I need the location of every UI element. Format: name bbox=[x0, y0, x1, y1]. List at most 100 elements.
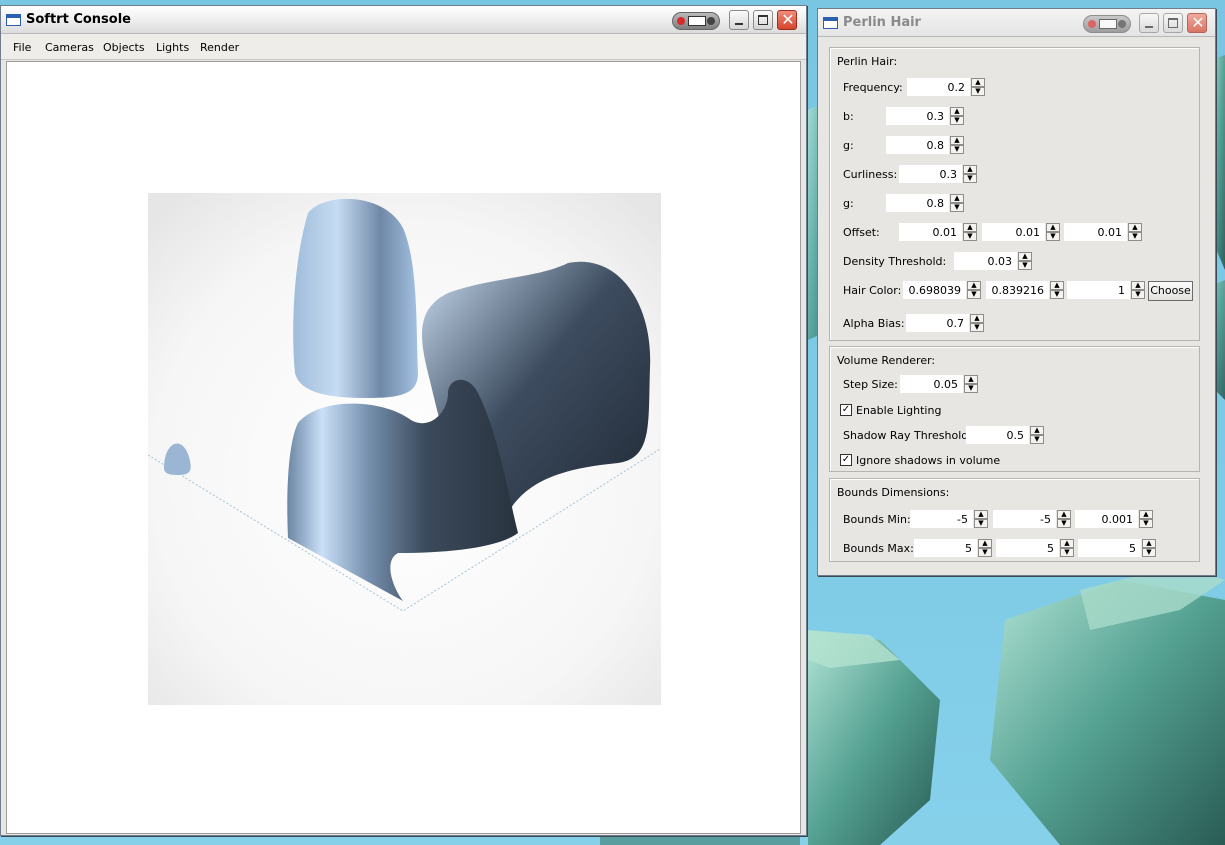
spin-buttons[interactable]: ▲ ▼ bbox=[1142, 539, 1156, 557]
bounds-min-z-field[interactable]: 0.001 bbox=[1075, 510, 1138, 528]
spin-down-icon[interactable]: ▼ bbox=[1057, 519, 1071, 528]
frequency-field[interactable]: 0.2 bbox=[907, 78, 970, 96]
maximize-button[interactable] bbox=[753, 10, 773, 30]
close-button[interactable]: ✕ bbox=[1187, 13, 1207, 33]
spin-down-icon[interactable]: ▼ bbox=[1050, 290, 1064, 299]
spin-buttons[interactable]: ▲ ▼ bbox=[963, 165, 977, 183]
hair-color-g-field[interactable]: 0.839216 bbox=[986, 281, 1049, 299]
spin-up-icon[interactable]: ▲ bbox=[967, 281, 981, 290]
spin-down-icon[interactable]: ▼ bbox=[950, 145, 964, 154]
offset-z-field[interactable]: 0.01 bbox=[1064, 223, 1127, 241]
ignore-shadows-checkbox[interactable]: ✓ bbox=[840, 454, 852, 466]
spin-down-icon[interactable]: ▼ bbox=[1139, 519, 1153, 528]
curliness-field[interactable]: 0.3 bbox=[899, 165, 962, 183]
spin-buttons[interactable]: ▲ ▼ bbox=[974, 510, 988, 528]
spin-buttons[interactable]: ▲ ▼ bbox=[1128, 223, 1142, 241]
spin-buttons[interactable]: ▲ ▼ bbox=[1050, 281, 1064, 299]
spin-buttons[interactable]: ▲ ▼ bbox=[967, 281, 981, 299]
g-field[interactable]: 0.8 bbox=[886, 136, 949, 154]
bounds-max-z-field[interactable]: 5 bbox=[1078, 539, 1141, 557]
spin-up-icon[interactable]: ▲ bbox=[1018, 252, 1032, 261]
spin-down-icon[interactable]: ▼ bbox=[1131, 290, 1145, 299]
spin-up-icon[interactable]: ▲ bbox=[1057, 510, 1071, 519]
spin-buttons[interactable]: ▲ ▼ bbox=[964, 375, 978, 393]
menu-file[interactable]: File bbox=[13, 39, 31, 56]
spin-down-icon[interactable]: ▼ bbox=[950, 116, 964, 125]
offset-y-field[interactable]: 0.01 bbox=[982, 223, 1045, 241]
spin-up-icon[interactable]: ▲ bbox=[1139, 510, 1153, 519]
spin-up-icon[interactable]: ▲ bbox=[978, 539, 992, 548]
spin-buttons[interactable]: ▲ ▼ bbox=[971, 78, 985, 96]
spin-up-icon[interactable]: ▲ bbox=[950, 194, 964, 203]
spin-up-icon[interactable]: ▲ bbox=[974, 510, 988, 519]
spin-buttons[interactable]: ▲ ▼ bbox=[1057, 510, 1071, 528]
spin-buttons[interactable]: ▲ ▼ bbox=[950, 194, 964, 212]
spin-buttons[interactable]: ▲ ▼ bbox=[950, 136, 964, 154]
spin-up-icon[interactable]: ▲ bbox=[963, 223, 977, 232]
spin-buttons[interactable]: ▲ ▼ bbox=[978, 539, 992, 557]
alpha-bias-field[interactable]: 0.7 bbox=[906, 314, 969, 332]
spin-up-icon[interactable]: ▲ bbox=[1050, 281, 1064, 290]
panel-titlebar[interactable]: Perlin Hair ✕ bbox=[818, 9, 1215, 37]
minimize-button[interactable] bbox=[1139, 13, 1159, 33]
spin-down-icon[interactable]: ▼ bbox=[1046, 232, 1060, 241]
hair-color-b-field[interactable]: 1 bbox=[1067, 281, 1130, 299]
spin-up-icon[interactable]: ▲ bbox=[1046, 223, 1060, 232]
enable-lighting-label[interactable]: Enable Lighting bbox=[856, 404, 941, 417]
spin-buttons[interactable]: ▲ ▼ bbox=[1046, 223, 1060, 241]
spin-buttons[interactable]: ▲ ▼ bbox=[963, 223, 977, 241]
spin-up-icon[interactable]: ▲ bbox=[971, 78, 985, 87]
density-threshold-field[interactable]: 0.03 bbox=[954, 252, 1017, 270]
spin-up-icon[interactable]: ▲ bbox=[964, 375, 978, 384]
spin-up-icon[interactable]: ▲ bbox=[950, 136, 964, 145]
minimize-button[interactable] bbox=[729, 10, 749, 30]
spin-buttons[interactable]: ▲ ▼ bbox=[1139, 510, 1153, 528]
spin-up-icon[interactable]: ▲ bbox=[1131, 281, 1145, 290]
spin-down-icon[interactable]: ▼ bbox=[970, 323, 984, 332]
spin-buttons[interactable]: ▲ ▼ bbox=[970, 314, 984, 332]
spin-buttons[interactable]: ▲ ▼ bbox=[1018, 252, 1032, 270]
offset-x-field[interactable]: 0.01 bbox=[899, 223, 962, 241]
spin-down-icon[interactable]: ▼ bbox=[971, 87, 985, 96]
bounds-max-x-field[interactable]: 5 bbox=[914, 539, 977, 557]
menu-cameras[interactable]: Cameras bbox=[45, 39, 94, 56]
spin-down-icon[interactable]: ▼ bbox=[1018, 261, 1032, 270]
spin-up-icon[interactable]: ▲ bbox=[963, 165, 977, 174]
spin-up-icon[interactable]: ▲ bbox=[1142, 539, 1156, 548]
spin-down-icon[interactable]: ▼ bbox=[974, 519, 988, 528]
menu-render[interactable]: Render bbox=[200, 39, 239, 56]
spin-down-icon[interactable]: ▼ bbox=[978, 548, 992, 557]
ignore-shadows-label[interactable]: Ignore shadows in volume bbox=[856, 454, 1000, 467]
menu-lights[interactable]: Lights bbox=[156, 39, 189, 56]
spin-up-icon[interactable]: ▲ bbox=[1128, 223, 1142, 232]
spin-down-icon[interactable]: ▼ bbox=[1060, 548, 1074, 557]
b-field[interactable]: 0.3 bbox=[886, 107, 949, 125]
step-size-field[interactable]: 0.05 bbox=[900, 375, 963, 393]
bounds-min-x-field[interactable]: -5 bbox=[910, 510, 973, 528]
shadow-ray-threshold-field[interactable]: 0.5 bbox=[966, 426, 1029, 444]
bounds-max-y-field[interactable]: 5 bbox=[996, 539, 1059, 557]
menu-objects[interactable]: Objects bbox=[103, 39, 145, 56]
record-widget[interactable] bbox=[1083, 15, 1131, 33]
close-button[interactable]: ✕ bbox=[777, 10, 797, 30]
enable-lighting-checkbox[interactable]: ✓ bbox=[840, 404, 852, 416]
spin-buttons[interactable]: ▲ ▼ bbox=[1131, 281, 1145, 299]
spin-down-icon[interactable]: ▼ bbox=[963, 174, 977, 183]
console-titlebar[interactable]: Softrt Console ✕ bbox=[1, 6, 806, 34]
spin-up-icon[interactable]: ▲ bbox=[950, 107, 964, 116]
spin-down-icon[interactable]: ▼ bbox=[950, 203, 964, 212]
spin-down-icon[interactable]: ▼ bbox=[1030, 435, 1044, 444]
spin-up-icon[interactable]: ▲ bbox=[970, 314, 984, 323]
maximize-button[interactable] bbox=[1163, 13, 1183, 33]
spin-buttons[interactable]: ▲ ▼ bbox=[1030, 426, 1044, 444]
spin-buttons[interactable]: ▲ ▼ bbox=[1060, 539, 1074, 557]
g2-field[interactable]: 0.8 bbox=[886, 194, 949, 212]
bounds-min-y-field[interactable]: -5 bbox=[993, 510, 1056, 528]
record-widget[interactable] bbox=[672, 12, 720, 30]
spin-down-icon[interactable]: ▼ bbox=[964, 384, 978, 393]
hair-color-r-field[interactable]: 0.698039 bbox=[903, 281, 966, 299]
spin-up-icon[interactable]: ▲ bbox=[1030, 426, 1044, 435]
spin-up-icon[interactable]: ▲ bbox=[1060, 539, 1074, 548]
spin-down-icon[interactable]: ▼ bbox=[967, 290, 981, 299]
spin-down-icon[interactable]: ▼ bbox=[1128, 232, 1142, 241]
